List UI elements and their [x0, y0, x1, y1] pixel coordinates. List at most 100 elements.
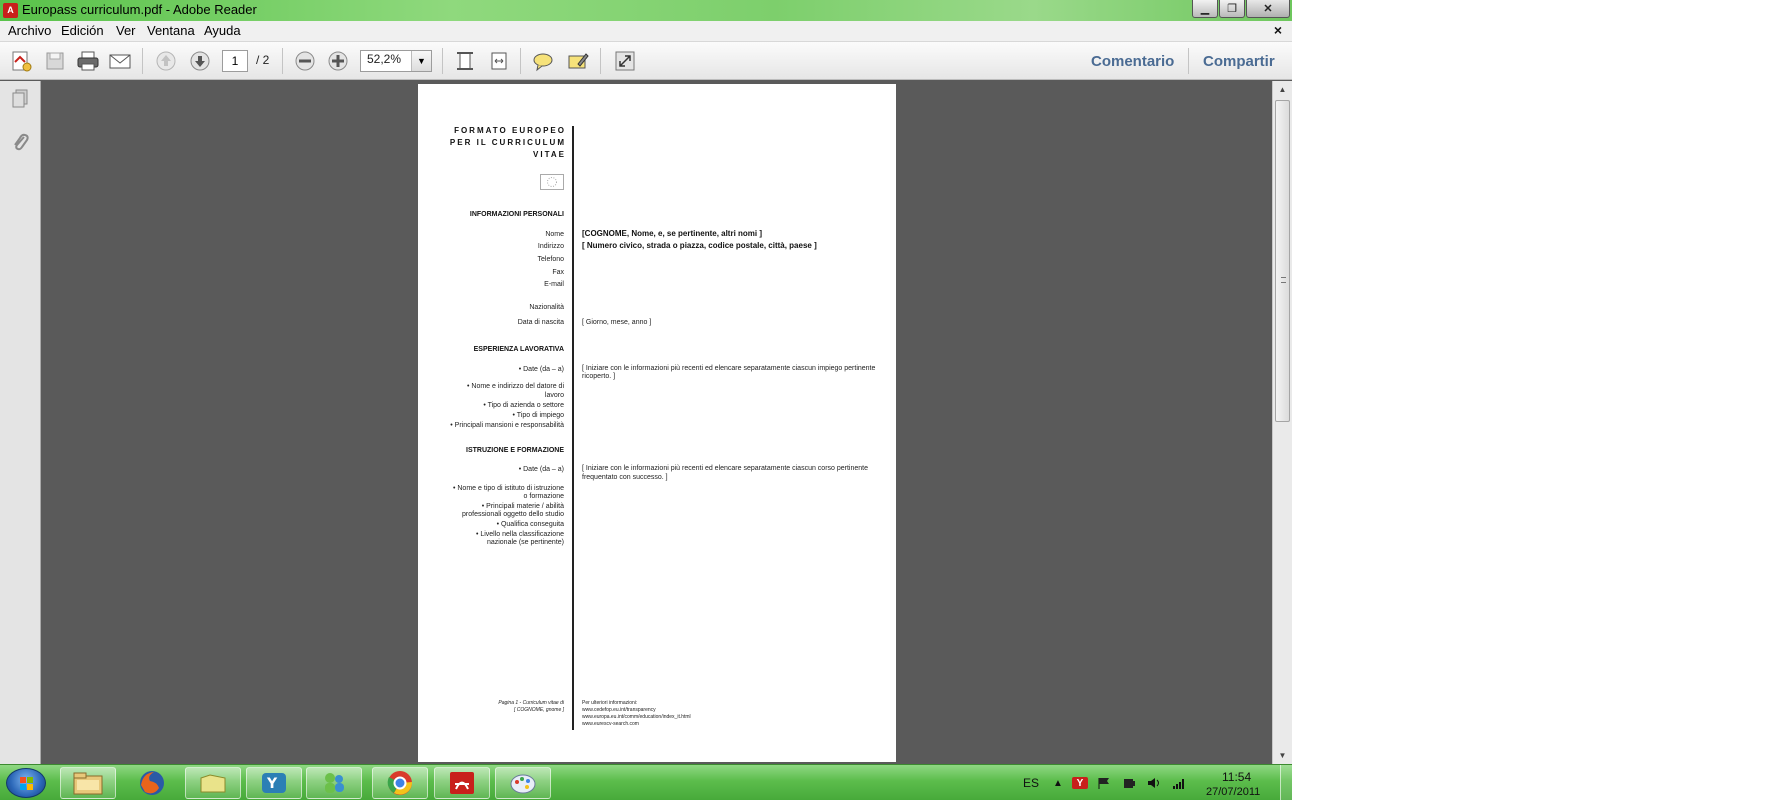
volume-icon[interactable] [1147, 777, 1161, 789]
taskbar-explorer-icon[interactable] [60, 767, 116, 799]
footer-info-1: Per ulteriori informazioni: [582, 700, 638, 706]
section-education: Istruzione e formazione [466, 447, 564, 454]
label-edu-date: • Date (da – a) [518, 466, 564, 473]
footer-page-label-2: [ COGNOME, gnome ] [513, 707, 564, 713]
fit-page-icon[interactable] [452, 48, 478, 74]
menu-bar: Archivo Edición Ver Ventana Ayuda × [0, 21, 1292, 42]
minimize-button[interactable]: ▁ [1192, 0, 1218, 18]
comment-button[interactable]: Comentario [1091, 53, 1174, 70]
footer-page-label-1: Pagina 1 - Curriculum vitae di [498, 700, 564, 706]
taskbar-paint-icon[interactable] [495, 767, 551, 799]
value-data-nascita: [ Giorno, mese, anno ] [582, 319, 652, 326]
pdf-page: Formato europeo per il curriculum vitae … [418, 84, 896, 762]
menu-ayuda[interactable]: Ayuda [204, 23, 241, 38]
eu-flag-icon [540, 174, 564, 190]
clock-date[interactable]: 27/07/2011 [1206, 786, 1260, 798]
menu-edicion[interactable]: Edición [61, 23, 104, 38]
yahoo-tray-icon[interactable]: Y [1072, 777, 1088, 789]
toolbar-separator [520, 48, 521, 74]
print-icon[interactable] [75, 48, 101, 74]
value-work-line-1: [ Iniziare con le informazioni più recen… [582, 365, 876, 372]
title-bar: A Europass curriculum.pdf - Adobe Reader… [0, 0, 1292, 21]
network-signal-icon[interactable] [1172, 777, 1186, 789]
value-indirizzo: [ Numero civico, strada o piazza, codice… [582, 241, 817, 250]
label-edu-qualification: • Qualifica conseguita [496, 521, 564, 528]
navigation-pane [0, 81, 41, 764]
label-work-type: • Tipo di impiego [512, 412, 564, 419]
footer-link-cedefop[interactable]: www.cedefop.eu.int/transparency [582, 707, 656, 714]
footer-link-europa[interactable]: www.europa.eu.int/comm/education/index_i… [582, 714, 691, 721]
window-title: Europass curriculum.pdf - Adobe Reader [22, 2, 257, 17]
power-icon[interactable] [1122, 777, 1136, 789]
label-telefono: Telefono [537, 256, 564, 263]
toolbar-separator [600, 48, 601, 74]
label-work-employer-1: • Nome e indirizzo del datore di [467, 383, 564, 390]
chevron-down-icon[interactable]: ▼ [411, 51, 431, 71]
scroll-up-icon[interactable]: ▲ [1273, 81, 1292, 98]
cv-header-line-2: per il curriculum [449, 138, 566, 147]
clock-time[interactable]: 11:54 [1222, 770, 1251, 784]
label-nome: Nome [545, 231, 564, 238]
menu-archivo[interactable]: Archivo [8, 23, 51, 38]
page-thumbnails-icon[interactable] [9, 88, 31, 110]
sticky-note-icon[interactable] [530, 48, 556, 74]
page-total: / 2 [256, 53, 270, 67]
value-edu-line-2: frequentato con successo. ] [582, 474, 668, 481]
toolbar-separator [142, 48, 143, 74]
save-icon[interactable] [42, 48, 68, 74]
action-center-flag-icon[interactable] [1097, 777, 1111, 789]
label-work-date: • Date (da – a) [518, 366, 564, 373]
adobe-reader-icon: A [3, 3, 18, 18]
highlight-text-icon[interactable] [565, 48, 591, 74]
taskbar-folder-icon[interactable] [185, 767, 241, 799]
section-work-experience: Esperienza lavorativa [473, 346, 564, 353]
zoom-out-icon[interactable] [292, 48, 318, 74]
zoom-in-icon[interactable] [325, 48, 351, 74]
footer-link-eurescv[interactable]: www.eurescv-search.com [582, 721, 639, 728]
zoom-select[interactable]: 52,2% ▼ [360, 50, 432, 72]
label-work-sector: • Tipo di azienda o settore [483, 402, 564, 409]
scroll-down-icon[interactable]: ▼ [1273, 747, 1292, 764]
create-pdf-icon[interactable] [8, 48, 34, 74]
taskbar-messenger-icon[interactable] [306, 767, 362, 799]
scrollbar-thumb[interactable] [1275, 100, 1290, 422]
document-viewport[interactable]: Formato europeo per il curriculum vitae … [41, 81, 1272, 764]
show-hidden-icons-icon[interactable]: ▲ [1051, 777, 1065, 789]
close-window-button[interactable]: ✕ [1246, 0, 1290, 18]
taskbar-adobe-reader-icon[interactable] [434, 767, 490, 799]
fullscreen-icon[interactable] [612, 48, 638, 74]
next-page-icon[interactable] [187, 48, 213, 74]
label-edu-institute-2: o formazione [523, 493, 564, 500]
taskbar-yahoo-messenger-icon[interactable]: Y [246, 767, 302, 799]
previous-page-icon[interactable] [153, 48, 179, 74]
label-indirizzo: Indirizzo [537, 243, 564, 250]
fit-width-icon[interactable] [486, 48, 512, 74]
label-work-duties: • Principali mansioni e responsabilità [450, 422, 564, 429]
show-desktop-button[interactable] [1280, 765, 1292, 800]
share-button[interactable]: Compartir [1203, 53, 1275, 70]
scrollbar-grip-icon [1281, 277, 1286, 283]
start-button[interactable] [6, 768, 46, 798]
cv-header-line-3: vitae [533, 150, 566, 159]
toolbar-separator [442, 48, 443, 74]
menu-ver[interactable]: Ver [116, 23, 136, 38]
email-icon[interactable] [107, 48, 133, 74]
label-email: E-mail [544, 281, 564, 288]
toolbar-separator [1188, 48, 1189, 74]
taskbar: Y ES ▲ Y 11:54 27/07/2011 [0, 764, 1292, 800]
maximize-button[interactable]: ❐ [1219, 0, 1245, 18]
vertical-scrollbar[interactable]: ▲ ▼ [1272, 81, 1292, 764]
page-number-input[interactable]: 1 [222, 50, 248, 72]
attachments-icon[interactable] [9, 131, 31, 153]
taskbar-firefox-icon[interactable] [124, 767, 180, 799]
window-controls: ▁ ❐ ✕ [1191, 0, 1290, 19]
language-indicator[interactable]: ES [1023, 776, 1039, 790]
close-document-button[interactable]: × [1274, 22, 1282, 38]
menu-ventana[interactable]: Ventana [147, 23, 195, 38]
section-personal-info: Informazioni personali [469, 211, 564, 218]
svg-text:Y: Y [266, 776, 278, 792]
label-data-nascita: Data di nascita [517, 319, 564, 326]
taskbar-chrome-icon[interactable] [372, 767, 428, 799]
cv-divider-line [572, 126, 574, 730]
toolbar-separator [282, 48, 283, 74]
